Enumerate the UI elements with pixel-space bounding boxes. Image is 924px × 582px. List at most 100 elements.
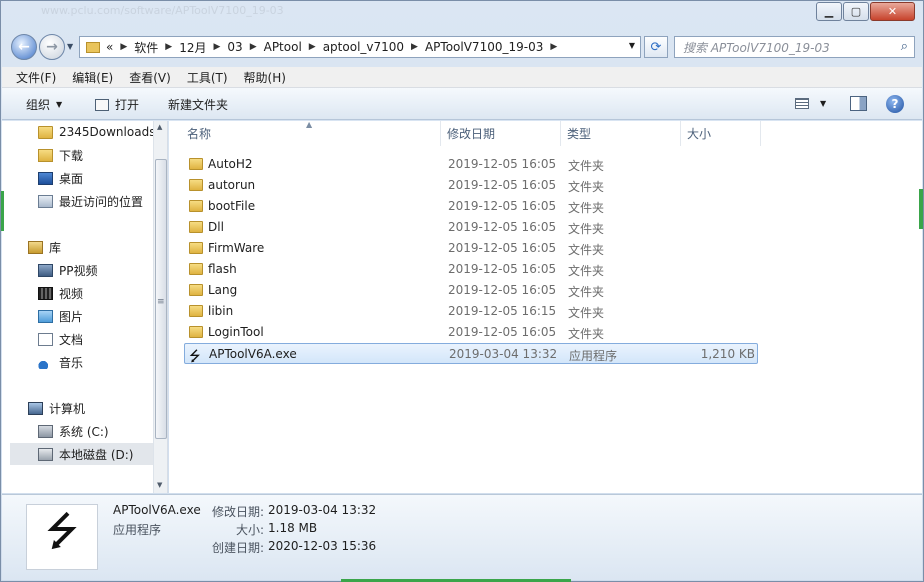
file-row[interactable]: autorun 2019-12-05 16:05 文件夹 xyxy=(184,175,758,196)
close-icon: ✕ xyxy=(887,5,898,18)
details-file-type: 应用程序 xyxy=(113,523,162,537)
nav-item-label: 2345Downloads xyxy=(59,125,156,139)
nav-item-drive-d[interactable]: 本地磁盘 (D:) xyxy=(10,443,160,465)
recent-pages-dropdown[interactable]: ▼ xyxy=(67,42,73,51)
navigation-scrollbar[interactable]: ▲ ≡ ▼ xyxy=(153,121,167,493)
file-type: 文件夹 xyxy=(568,243,605,257)
file-name: AutoH2 xyxy=(208,157,253,171)
scroll-up-icon[interactable]: ▲ xyxy=(157,123,162,131)
breadcrumb-item[interactable]: aptool_v7100 xyxy=(323,40,404,54)
column-header-type[interactable]: 类型 xyxy=(561,121,681,146)
nav-item-pp-video[interactable]: PP视频 xyxy=(38,259,167,281)
menu-tools[interactable]: 工具(T) xyxy=(187,69,228,86)
nav-item-videos[interactable]: 视频 xyxy=(38,282,167,304)
refresh-button[interactable]: ⟳ xyxy=(644,36,668,58)
chevron-right-icon[interactable]: ▶ xyxy=(309,42,316,52)
chevron-right-icon[interactable]: ▶ xyxy=(411,42,418,52)
back-button[interactable]: ← xyxy=(11,34,37,60)
file-date: 2019-12-05 16:05 xyxy=(448,178,557,192)
file-row-selected[interactable]: ⭍ APToolV6A.exe 2019-03-04 13:32 应用程序 1,… xyxy=(184,343,758,365)
navigation-pane: 2345Downloads 下载 桌面 最近访问的位置 库 PP视频 视频 图片… xyxy=(2,121,168,493)
change-view-icon[interactable] xyxy=(795,98,809,109)
scroll-down-icon[interactable]: ▼ xyxy=(157,481,162,489)
chevron-right-icon[interactable]: ▶ xyxy=(165,42,172,52)
close-button[interactable]: ✕ xyxy=(870,2,915,21)
file-type: 文件夹 xyxy=(568,306,605,320)
menu-bar: 文件(F) 编辑(E) 查看(V) 工具(T) 帮助(H) xyxy=(2,67,922,88)
help-icon[interactable]: ? xyxy=(886,95,904,113)
pp-video-icon xyxy=(38,263,53,277)
chevron-right-icon[interactable]: ▶ xyxy=(213,42,220,52)
nav-item-pictures[interactable]: 图片 xyxy=(38,305,167,327)
chevron-right-icon[interactable]: ▶ xyxy=(120,42,127,52)
column-header-name[interactable]: 名称 xyxy=(181,121,441,146)
documents-icon xyxy=(38,332,53,346)
new-folder-label: 新建文件夹 xyxy=(168,98,229,112)
file-row[interactable]: bootFile 2019-12-05 16:05 文件夹 xyxy=(184,196,758,217)
menu-edit[interactable]: 编辑(E) xyxy=(72,69,113,86)
file-date: 2019-12-05 16:05 xyxy=(448,199,557,213)
file-name: FirmWare xyxy=(208,241,265,255)
file-row[interactable]: flash 2019-12-05 16:05 文件夹 xyxy=(184,259,758,280)
folder-icon xyxy=(189,263,203,275)
file-row[interactable]: Lang 2019-12-05 16:05 文件夹 xyxy=(184,280,758,301)
view-options-dropdown[interactable]: ▼ xyxy=(820,99,826,108)
forward-button[interactable]: → xyxy=(39,34,65,60)
file-name: LoginTool xyxy=(208,325,264,339)
nav-item-label: 库 xyxy=(49,240,62,255)
nav-item-libraries[interactable]: 库 xyxy=(28,236,167,258)
file-row[interactable]: AutoH2 2019-12-05 16:05 文件夹 xyxy=(184,154,758,175)
file-row[interactable]: Dll 2019-12-05 16:05 文件夹 xyxy=(184,217,758,238)
column-header-size[interactable]: 大小 xyxy=(681,121,761,146)
menu-help[interactable]: 帮助(H) xyxy=(244,69,286,86)
scrollbar-grip-icon: ≡ xyxy=(157,297,165,307)
column-header-date[interactable]: 修改日期 xyxy=(441,121,561,146)
preview-pane-icon[interactable] xyxy=(850,96,867,111)
maximize-button[interactable]: ▢ xyxy=(843,2,869,21)
folder-icon xyxy=(189,158,203,170)
search-input[interactable]: 搜索 APToolV7100_19-03 ⌕ xyxy=(674,36,915,58)
nav-item-2345downloads[interactable]: 2345Downloads xyxy=(38,121,167,143)
menu-view[interactable]: 查看(V) xyxy=(129,69,171,86)
chevron-right-icon[interactable]: ▶ xyxy=(250,42,257,52)
new-folder-button[interactable]: 新建文件夹 xyxy=(168,96,228,113)
nav-item-documents[interactable]: 文档 xyxy=(38,328,167,350)
breadcrumb-item[interactable]: APtool xyxy=(264,40,302,54)
open-button[interactable]: 打开 xyxy=(95,96,139,113)
folder-icon xyxy=(189,284,203,296)
nav-item-downloads[interactable]: 下载 xyxy=(38,144,167,166)
file-row[interactable]: libin 2019-12-05 16:15 文件夹 xyxy=(184,301,758,322)
address-bar[interactable]: « ▶ 软件 ▶ 12月 ▶ 03 ▶ APtool ▶ aptool_v710… xyxy=(79,36,641,58)
breadcrumb-item[interactable]: APToolV7100_19-03 xyxy=(425,40,543,54)
nav-item-recent-places[interactable]: 最近访问的位置 xyxy=(38,190,167,212)
folder-icon xyxy=(38,125,53,139)
nav-item-desktop[interactable]: 桌面 xyxy=(38,167,167,189)
file-type: 文件夹 xyxy=(568,201,605,215)
minimize-button[interactable]: ▁ xyxy=(816,2,842,21)
search-icon[interactable]: ⌕ xyxy=(901,39,908,54)
breadcrumb-overflow[interactable]: « xyxy=(106,40,113,54)
nav-item-music[interactable]: 音乐 xyxy=(38,351,167,373)
breadcrumb-item[interactable]: 03 xyxy=(227,40,242,54)
file-date: 2019-12-05 16:05 xyxy=(448,241,557,255)
folder-icon xyxy=(189,221,203,233)
file-list: ▲ 名称 修改日期 类型 大小 AutoH2 2019-12-05 16:05 … xyxy=(169,120,922,493)
search-placeholder: 搜索 APToolV7100_19-03 xyxy=(683,40,830,55)
column-header-label: 修改日期 xyxy=(447,127,496,141)
file-row[interactable]: FirmWare 2019-12-05 16:05 文件夹 xyxy=(184,238,758,259)
address-dropdown-icon[interactable]: ▼ xyxy=(629,41,635,50)
breadcrumb-item[interactable]: 12月 xyxy=(179,39,206,56)
details-modified-label: 修改日期: xyxy=(211,505,264,519)
organize-button[interactable]: 组织 ▼ xyxy=(26,96,62,113)
refresh-icon: ⟳ xyxy=(650,39,662,55)
nav-item-drive-c[interactable]: 系统 (C:) xyxy=(38,420,167,442)
download-folder-icon xyxy=(38,148,53,162)
nav-item-computer[interactable]: 计算机 xyxy=(28,397,167,419)
chevron-right-icon[interactable]: ▶ xyxy=(550,42,557,52)
menu-file[interactable]: 文件(F) xyxy=(16,69,56,86)
file-row[interactable]: LoginTool 2019-12-05 16:05 文件夹 xyxy=(184,322,758,343)
folder-icon xyxy=(86,41,100,53)
file-size: 1,210 KB xyxy=(700,347,755,361)
breadcrumb-item[interactable]: 软件 xyxy=(134,39,158,56)
file-type: 文件夹 xyxy=(568,285,605,299)
